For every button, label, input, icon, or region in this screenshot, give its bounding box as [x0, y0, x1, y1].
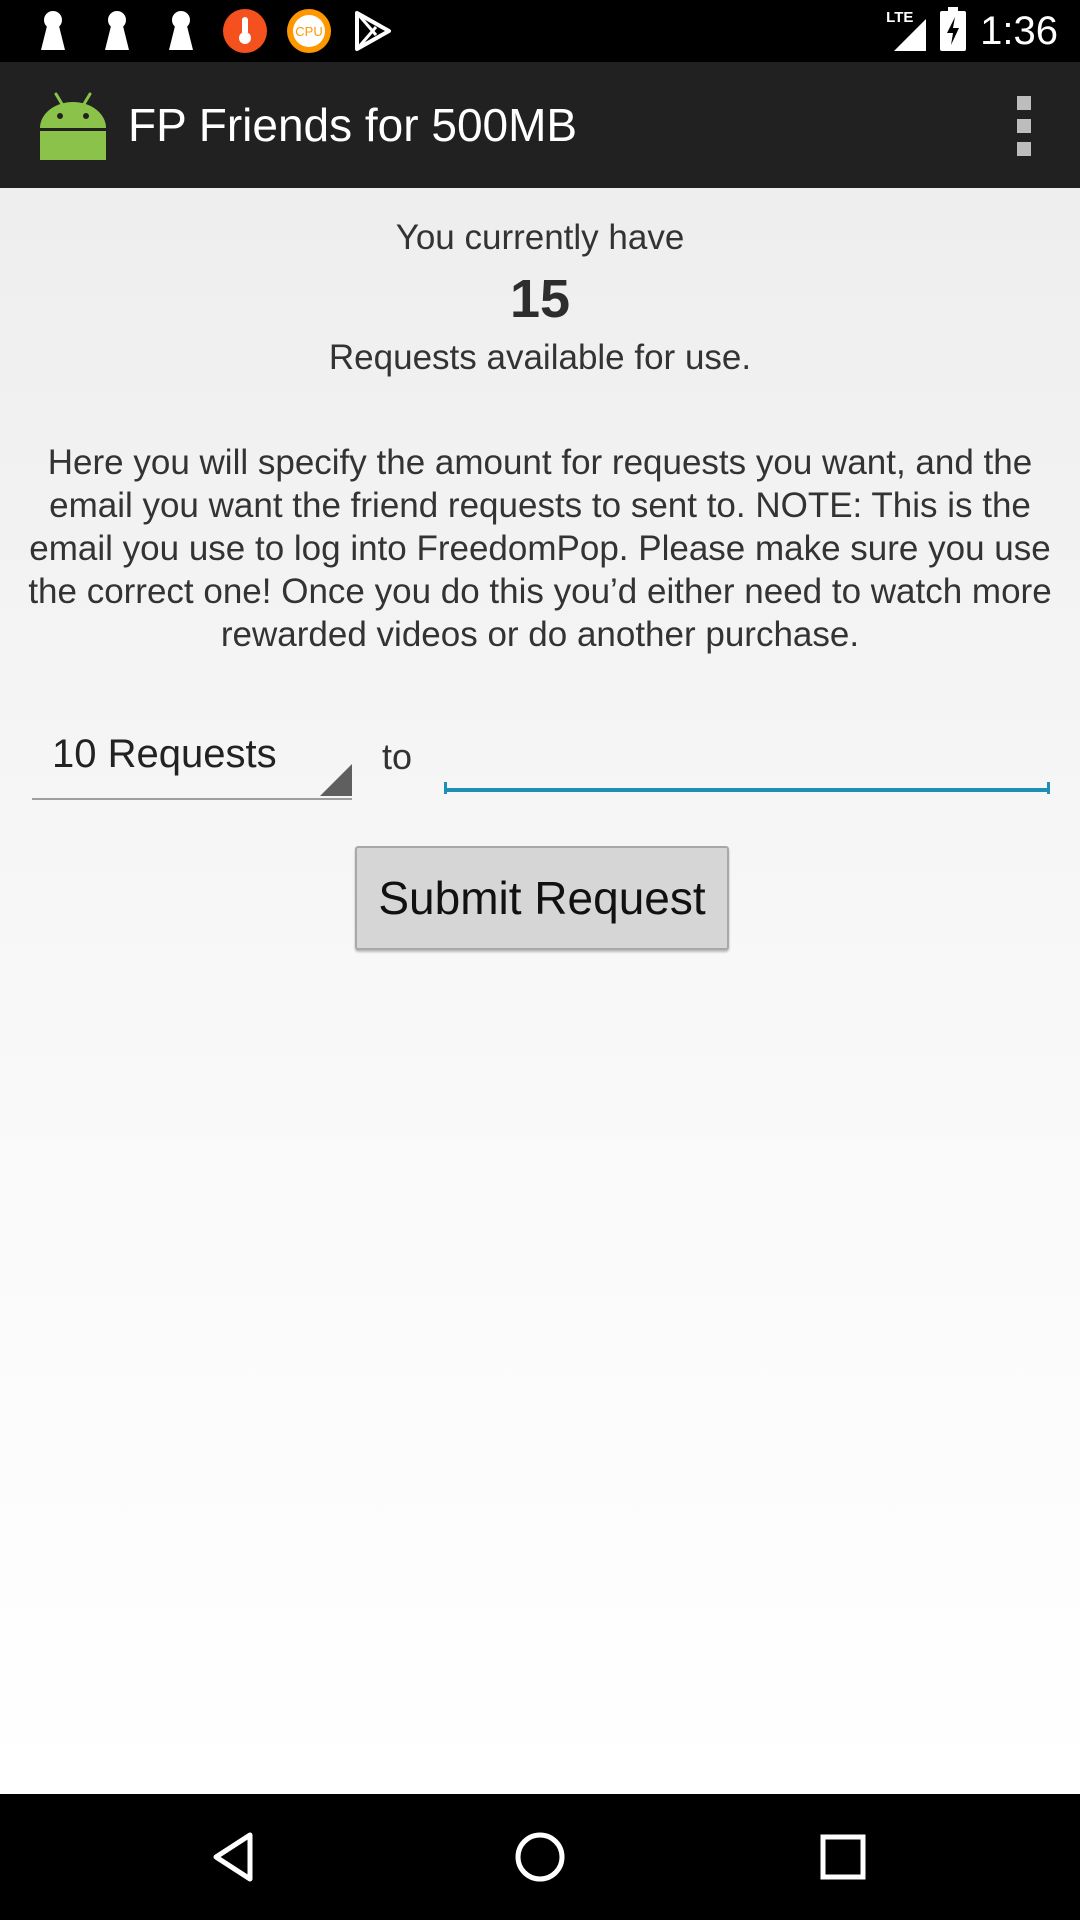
email-field-edge: [444, 782, 447, 794]
email-field[interactable]: [444, 728, 1050, 792]
back-icon[interactable]: [201, 1822, 271, 1892]
submit-request-button[interactable]: Submit Request: [355, 846, 729, 950]
spinner-arrow-icon: [320, 764, 352, 796]
system-status: LTE 1:36: [886, 0, 1058, 62]
play-store-icon: [350, 8, 396, 54]
requests-amount-spinner[interactable]: 10 Requests: [32, 726, 352, 800]
action-bar: FP Friends for 500MB: [0, 62, 1080, 188]
main-content: You currently have 15 Requests available…: [0, 188, 1080, 1794]
requests-count: 15: [509, 269, 571, 329]
status-time: 1:36: [980, 8, 1058, 53]
home-icon[interactable]: [505, 1822, 575, 1892]
cpu-icon: CPU: [286, 8, 332, 54]
menu-dot: [1017, 142, 1031, 156]
requests-intro: You currently have: [395, 218, 685, 257]
spinner-selected-value: 10 Requests: [52, 732, 277, 776]
requests-available-label: Requests available for use.: [328, 338, 752, 377]
android-icon[interactable]: [36, 88, 110, 162]
navigation-bar: [0, 1794, 1080, 1920]
cpu-icon-label: CPU: [295, 24, 322, 39]
keyhole-icon: [94, 8, 140, 54]
thermometer-icon: [222, 8, 268, 54]
keyhole-icon: [30, 8, 76, 54]
app-title: FP Friends for 500MB: [128, 99, 578, 151]
battery-charging-icon: [940, 6, 967, 56]
to-label: to: [382, 736, 413, 777]
instructions-text: Here you will specify the amount for req…: [28, 443, 1052, 654]
recents-icon[interactable]: [808, 1822, 878, 1892]
menu-dot: [1017, 119, 1031, 133]
keyhole-icon: [158, 8, 204, 54]
signal-icon: LTE: [886, 9, 927, 53]
overflow-menu-icon[interactable]: [1004, 96, 1044, 156]
menu-dot: [1017, 96, 1031, 110]
status-bar: CPU LTE 1:36: [0, 0, 1080, 62]
notification-icons: CPU: [30, 8, 396, 54]
email-field-edge: [1047, 782, 1050, 794]
